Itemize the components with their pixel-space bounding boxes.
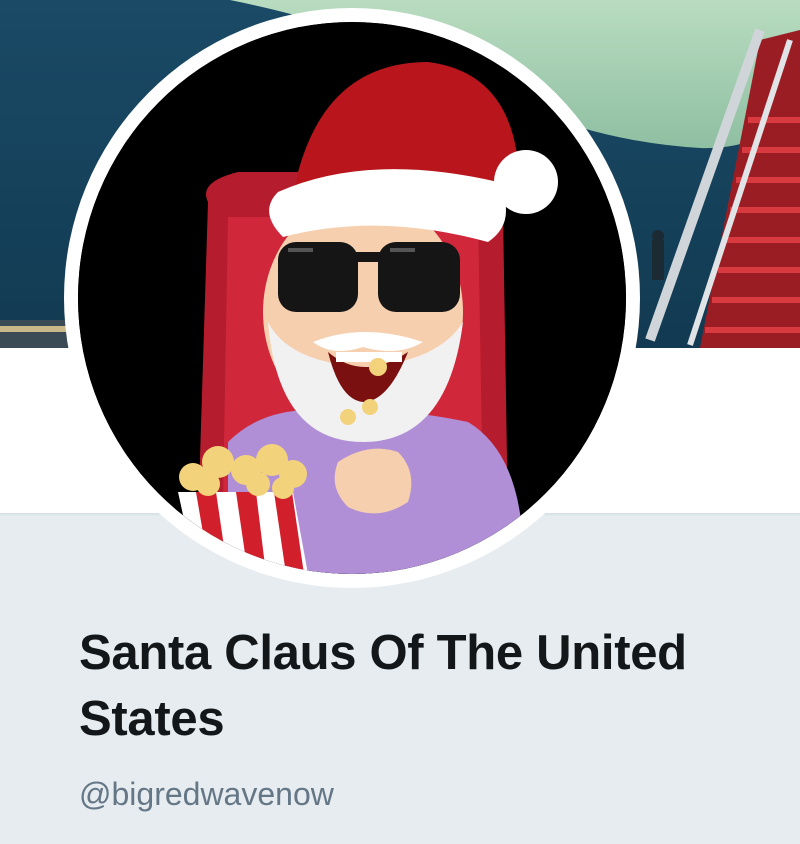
avatar-image-frame: [78, 22, 626, 574]
profile-avatar[interactable]: [64, 8, 640, 588]
profile-display-name: Santa Claus Of The United States: [79, 626, 687, 746]
avatar-image: [78, 22, 626, 574]
profile-handle[interactable]: @bigredwavenow: [79, 776, 334, 813]
